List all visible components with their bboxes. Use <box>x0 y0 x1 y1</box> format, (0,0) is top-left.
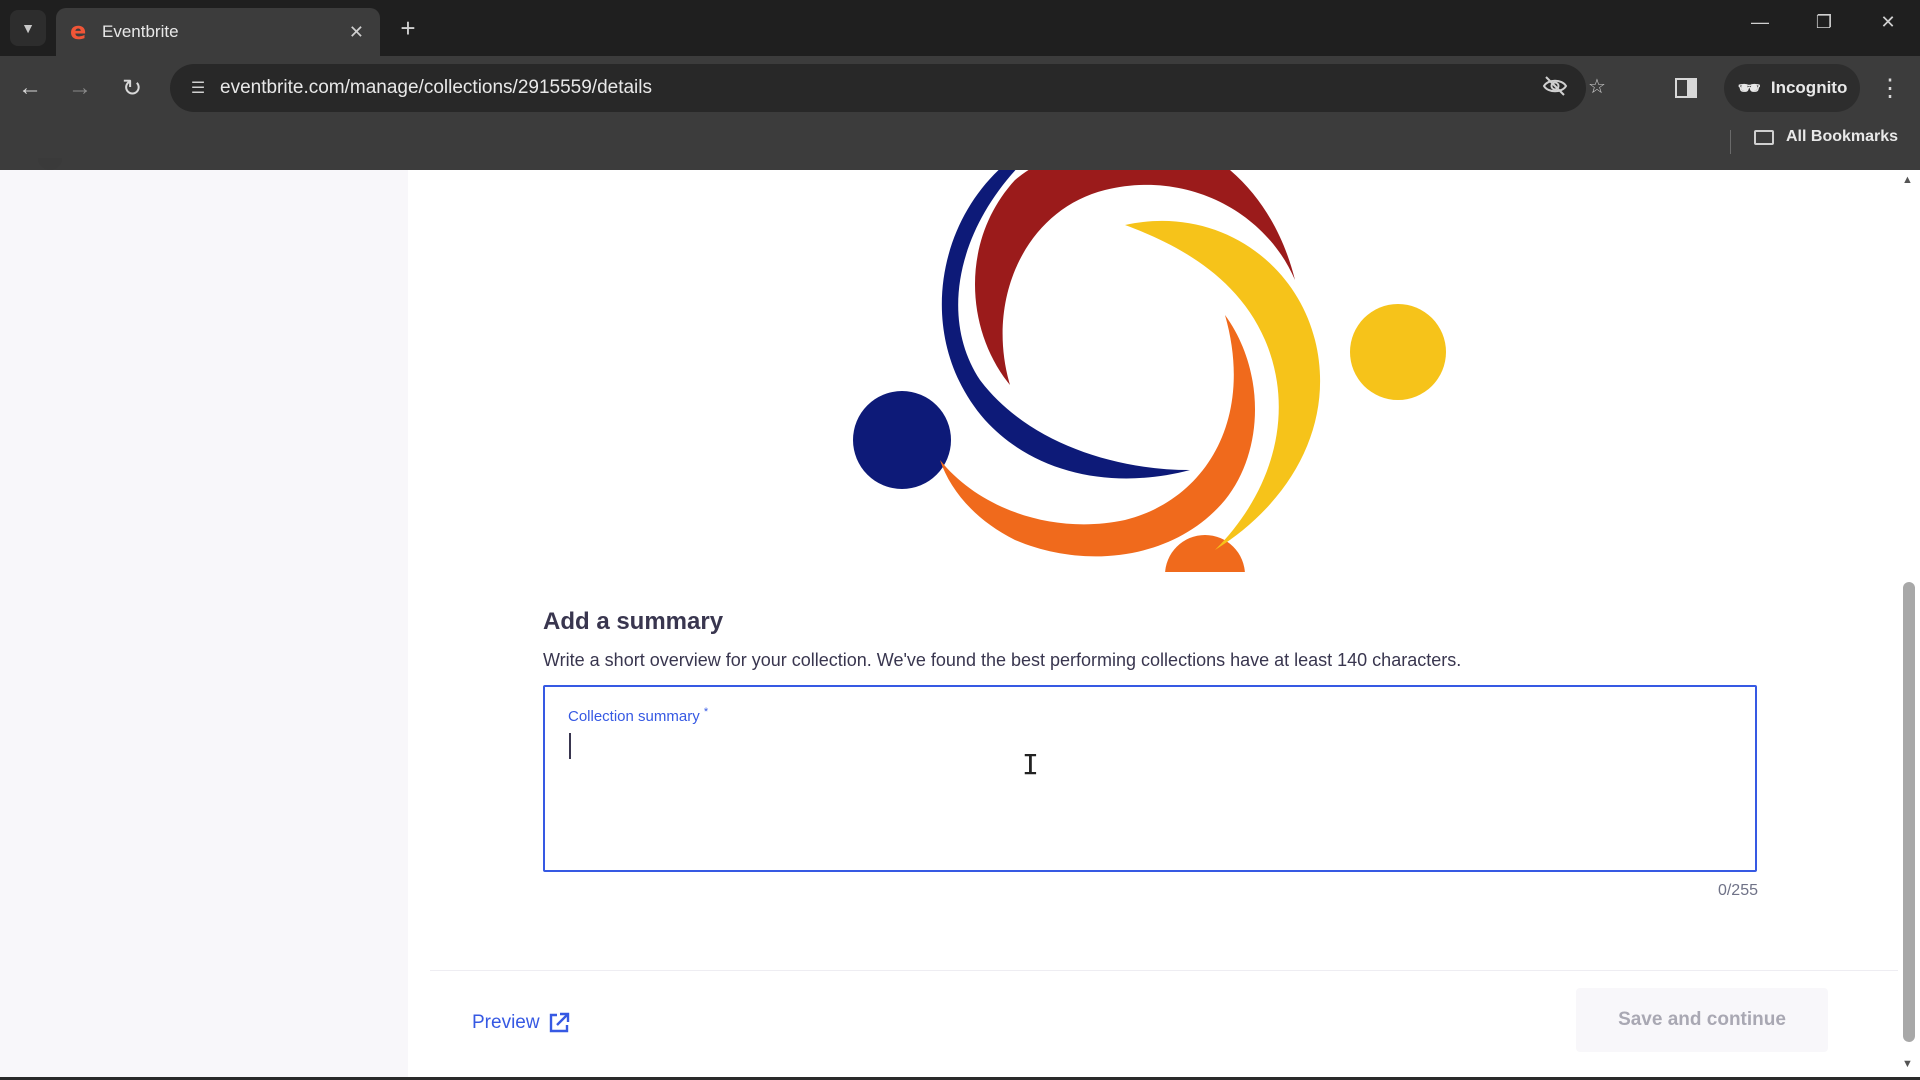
browser-menu-button[interactable]: ⋮ <box>1874 72 1906 104</box>
eventbrite-favicon-icon: e <box>70 17 87 45</box>
address-bar[interactable]: ☰ eventbrite.com/manage/collections/2915… <box>170 64 1606 112</box>
logo-orange-dot <box>1165 535 1245 572</box>
chevron-down-icon: ▼ <box>21 20 35 36</box>
summary-description: Write a short overview for your collecti… <box>543 650 1462 670</box>
more-vertical-icon: ⋮ <box>1878 74 1902 102</box>
tab-search-button[interactable]: ▼ <box>10 10 46 46</box>
incognito-badge[interactable]: 🕶 Incognito <box>1724 64 1860 112</box>
preview-link[interactable]: Preview <box>472 1010 572 1036</box>
arrow-right-icon: → <box>68 74 92 101</box>
side-panel-icon <box>1675 78 1697 98</box>
folder-icon <box>1754 129 1774 145</box>
new-tab-button[interactable]: + <box>392 12 424 44</box>
required-marker: * <box>703 706 709 718</box>
forward-button[interactable]: → <box>64 72 96 104</box>
collection-summary-label: Collection summary * <box>568 706 709 725</box>
arrow-left-icon: ← <box>18 74 42 101</box>
incognito-icon: 🕶 <box>1738 77 1761 98</box>
logo-yellow-dot <box>1350 304 1446 400</box>
page-scrollbar[interactable]: ▲ ▼ <box>1898 170 1920 1080</box>
tab-title: Eventbrite <box>102 22 179 41</box>
all-bookmarks-label: All Bookmarks <box>1786 128 1899 145</box>
side-panel-button[interactable] <box>1670 72 1702 104</box>
external-link-icon <box>549 1012 569 1033</box>
text-cursor-icon: I <box>1022 748 1039 781</box>
back-button[interactable]: ← <box>14 72 46 104</box>
reload-icon: ↻ <box>121 74 143 102</box>
page-content: Add a summary Write a short overview for… <box>0 158 1920 1080</box>
tab-strip: ▼ e Eventbrite ✕ + — ❐ ✕ <box>0 0 1920 56</box>
logo-navy-dot <box>853 391 951 489</box>
collection-image <box>853 170 1446 572</box>
close-window-button[interactable]: ✕ <box>1868 12 1908 33</box>
left-sidebar <box>0 158 408 1080</box>
star-icon[interactable]: ☆ <box>1582 74 1612 102</box>
plus-icon: + <box>400 12 416 43</box>
all-bookmarks-button[interactable]: All Bookmarks <box>1754 128 1898 146</box>
bookmarks-separator <box>1730 130 1731 154</box>
collection-summary-field[interactable]: Collection summary * <box>543 685 1757 872</box>
logo-orange-arc <box>940 315 1255 557</box>
reload-button[interactable]: ↻ <box>116 72 148 104</box>
bookmarks-bar: All Bookmarks <box>0 120 1920 170</box>
footer-divider <box>430 970 1898 971</box>
preview-label: Preview <box>472 1012 540 1033</box>
url-text[interactable]: eventbrite.com/manage/collections/291555… <box>220 77 652 99</box>
eye-off-icon[interactable] <box>1540 74 1570 102</box>
text-caret <box>569 733 571 759</box>
summary-heading: Add a summary <box>543 608 724 635</box>
incognito-label: Incognito <box>1770 78 1848 97</box>
scroll-up-icon[interactable]: ▲ <box>1902 174 1913 186</box>
save-and-continue-button[interactable]: Save and continue <box>1576 988 1828 1052</box>
character-counter: 0/255 <box>1717 882 1758 899</box>
tune-icon[interactable]: ☰ <box>184 74 212 102</box>
logo-navy-arc <box>941 170 1190 479</box>
browser-tab[interactable]: e Eventbrite ✕ <box>56 8 380 56</box>
browser-toolbar: ← → ↻ ☰ eventbrite.com/manage/collection… <box>0 56 1920 120</box>
minimize-button[interactable]: — <box>1740 12 1780 33</box>
close-icon[interactable]: ✕ <box>349 22 364 43</box>
scroll-down-icon[interactable]: ▼ <box>1902 1058 1913 1070</box>
restore-button[interactable]: ❐ <box>1804 12 1844 33</box>
scrollbar-thumb[interactable] <box>1903 582 1915 1042</box>
